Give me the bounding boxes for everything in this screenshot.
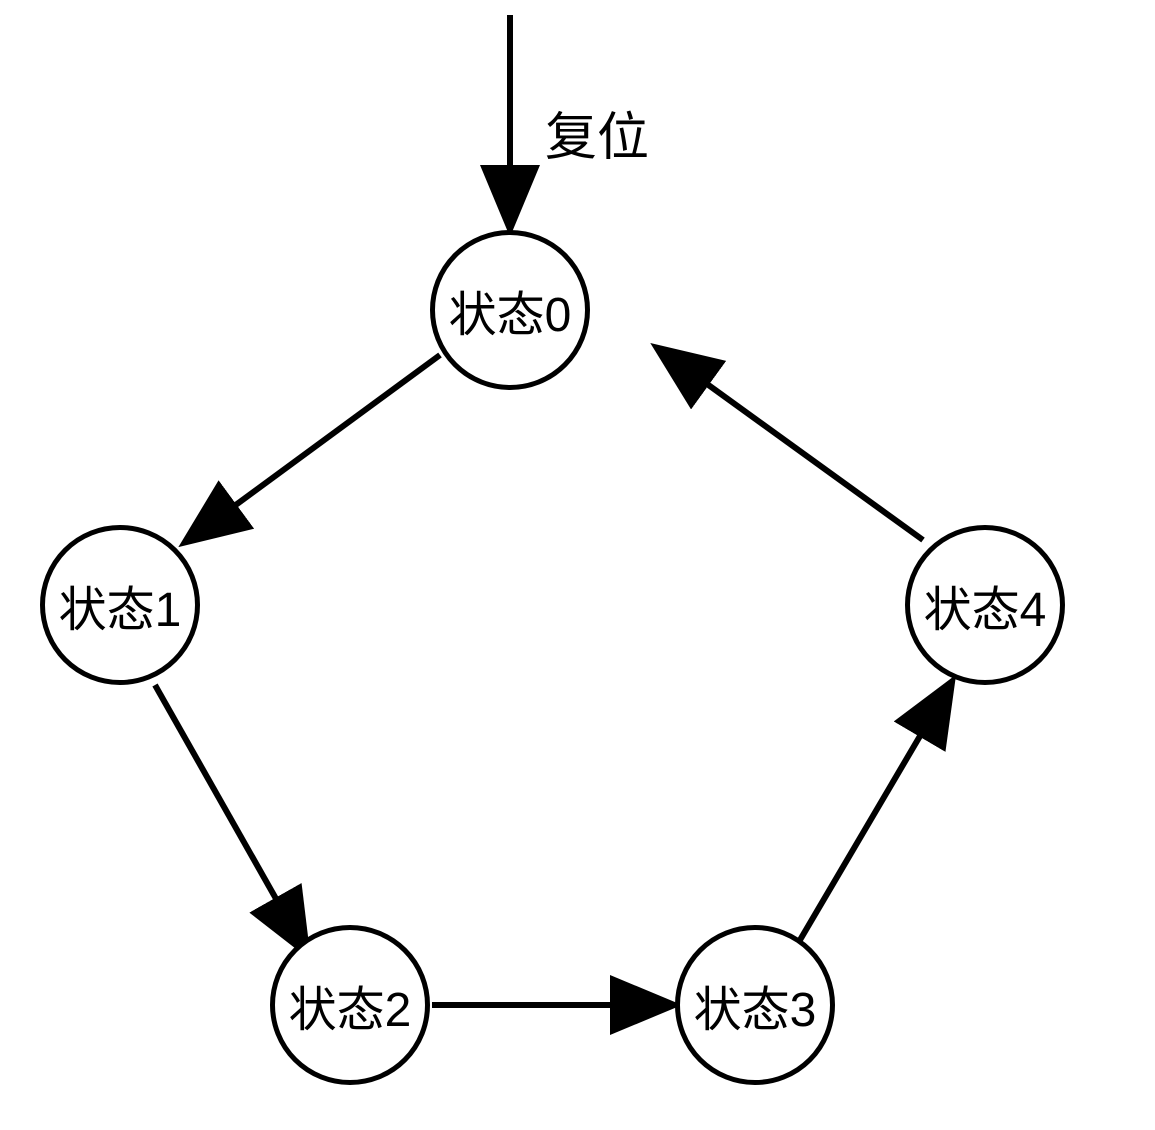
state-1-node: 状态1 <box>40 525 200 685</box>
transition-0-1 <box>188 355 440 540</box>
state-0-node: 状态0 <box>430 230 590 390</box>
state-2-node: 状态2 <box>270 925 430 1085</box>
state-1-label: 状态1 <box>59 570 182 640</box>
transition-3-4 <box>800 685 950 940</box>
state-3-node: 状态3 <box>675 925 835 1085</box>
state-4-label: 状态4 <box>924 570 1047 640</box>
transition-4-0 <box>660 350 923 540</box>
state-3-label: 状态3 <box>694 970 817 1040</box>
state-0-label: 状态0 <box>449 275 572 345</box>
transition-1-2 <box>155 685 305 950</box>
state-2-label: 状态2 <box>289 970 412 1040</box>
state-4-node: 状态4 <box>905 525 1065 685</box>
reset-label: 复位 <box>545 95 649 170</box>
